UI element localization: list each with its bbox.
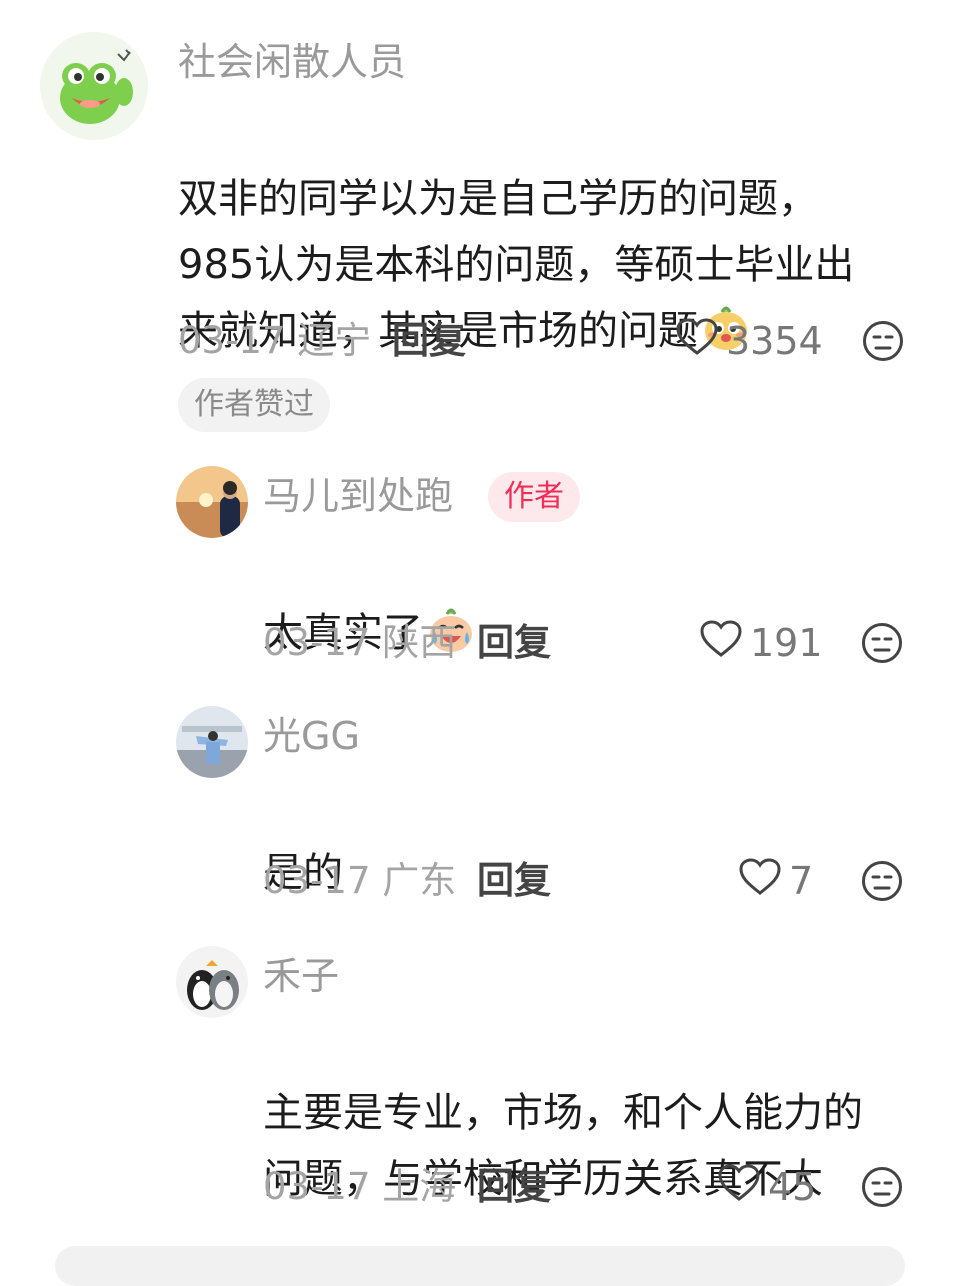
sunset-avatar[interactable] — [176, 466, 248, 538]
author-liked-badge: 作者赞过 — [178, 378, 330, 432]
reply-item: 马儿到处跑 作者 太真实了 03-17 陕西 回复 191 — [0, 460, 960, 680]
reply-button[interactable]: 回复 — [477, 620, 551, 666]
replier-name[interactable]: 光GG — [263, 714, 360, 758]
heart-outline-icon — [676, 317, 726, 365]
comment-main: 社会闲散人员 双非的同学以为是自己学历的问题， 985认为是本科的问题，等硕士毕… — [0, 0, 960, 440]
like-count: 191 — [750, 621, 823, 665]
heart-outline-icon — [718, 1163, 768, 1211]
reply-meta: 03-17 陕西 回复 191 — [263, 619, 923, 667]
meh-face-icon[interactable] — [861, 1166, 903, 1208]
replier-name[interactable]: 禾子 — [263, 954, 339, 998]
comment-meta: 03-17 辽宁 回复 3354 — [178, 317, 918, 365]
reply-meta: 03-17 上海 回复 45 — [263, 1163, 923, 1211]
like-button[interactable]: 7 — [739, 857, 814, 905]
reply-button[interactable]: 回复 — [392, 318, 466, 364]
reply-date-location: 03-17 陕西 — [263, 621, 457, 664]
meh-face-icon[interactable] — [862, 320, 904, 362]
like-count: 3354 — [726, 319, 823, 363]
meh-face-icon[interactable] — [861, 622, 903, 664]
like-count: 45 — [768, 1165, 817, 1209]
like-button[interactable]: 191 — [700, 619, 823, 667]
reply-item: 光GG 是的 03-17 广东 回复 7 — [0, 700, 960, 920]
figure-avatar[interactable] — [176, 706, 248, 778]
like-button[interactable]: 3354 — [676, 317, 823, 365]
like-count: 7 — [789, 859, 814, 903]
author-tag: 作者 — [488, 472, 580, 522]
reply-button[interactable]: 回复 — [477, 858, 551, 904]
reply-item: 禾子 主要是专业，市场，和个人能力的 问题，与学校和学历关系真不大 03-17 … — [0, 940, 960, 1230]
heart-outline-icon — [700, 619, 750, 667]
replier-name[interactable]: 马儿到处跑 — [263, 474, 453, 518]
reply-date-location: 03-17 广东 — [263, 859, 457, 902]
frog-avatar[interactable] — [40, 32, 148, 140]
comment-date-location: 03-17 辽宁 — [178, 319, 372, 362]
heart-outline-icon — [739, 857, 789, 905]
commenter-name[interactable]: 社会闲散人员 — [178, 40, 406, 84]
comment-input-bar[interactable] — [55, 1246, 905, 1286]
penguin-avatar[interactable] — [176, 946, 248, 1018]
like-button[interactable]: 45 — [718, 1163, 817, 1211]
reply-button[interactable]: 回复 — [477, 1164, 551, 1210]
meh-face-icon[interactable] — [861, 860, 903, 902]
reply-date-location: 03-17 上海 — [263, 1165, 457, 1208]
reply-meta: 03-17 广东 回复 7 — [263, 857, 923, 905]
